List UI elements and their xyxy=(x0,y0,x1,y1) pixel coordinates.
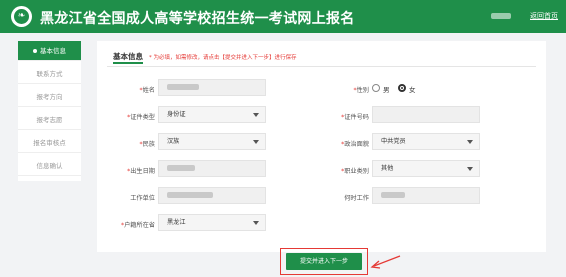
occupation-label: *职业类别 xyxy=(341,168,369,175)
name-field[interactable] xyxy=(158,79,266,96)
hukou-province-label: *户籍所在省 xyxy=(120,222,155,229)
chevron-down-icon xyxy=(253,113,259,117)
ethnicity-label: *民族 xyxy=(139,141,155,148)
logo: ❧ xyxy=(11,6,32,27)
required-note: * 为必填，如需修改，请点击【提交并进入下一步】进行保存 xyxy=(149,55,297,61)
name-label: *姓名 xyxy=(139,87,155,94)
blurred-value xyxy=(381,192,405,198)
blurred-value xyxy=(167,192,213,198)
political-status-select[interactable]: 中共党员 xyxy=(372,133,480,150)
gender-male-radio[interactable] xyxy=(372,84,380,92)
birth-date-field[interactable] xyxy=(158,160,266,177)
chevron-down-icon xyxy=(467,167,473,171)
id-type-select[interactable]: 身份证 xyxy=(158,106,266,123)
annotation-arrow-icon xyxy=(370,255,401,269)
work-start-field[interactable] xyxy=(372,187,480,204)
id-number-field[interactable] xyxy=(372,106,480,123)
gender-female-label: 女 xyxy=(409,86,416,94)
home-link[interactable]: 返回首页 xyxy=(530,11,558,21)
basic-info-panel: 基本信息 * 为必填，如需修改，请点击【提交并进入下一步】进行保存 *姓名 *性… xyxy=(97,41,546,252)
chevron-down-icon xyxy=(467,140,473,144)
title-underline xyxy=(113,62,143,64)
ethnicity-select[interactable]: 汉族 xyxy=(158,133,266,150)
gender-label: *性别 xyxy=(353,87,369,94)
hukou-province-select[interactable]: 黑龙江 xyxy=(158,214,266,231)
page-title: 黑龙江省全国成人高等学校招生统一考试网上报名 xyxy=(40,11,355,27)
id-type-label: *证件类型 xyxy=(127,114,155,121)
sidebar-item-direction[interactable]: 报考方向 xyxy=(18,87,81,107)
header: ❧ 黑龙江省全国成人高等学校招生统一考试网上报名 返回首页 xyxy=(0,0,566,33)
panel-title: 基本信息 xyxy=(113,52,143,61)
chevron-down-icon xyxy=(253,140,259,144)
gender-male-label: 男 xyxy=(383,86,390,94)
birth-date-label: *出生日期 xyxy=(127,168,155,175)
political-status-label: *政治面貌 xyxy=(341,141,369,148)
user-name-blurred xyxy=(491,13,511,19)
sidebar-item-audit-point[interactable]: 报名审核点 xyxy=(18,133,81,153)
gender-female-radio[interactable] xyxy=(398,84,406,92)
blurred-value xyxy=(167,84,199,90)
chevron-down-icon xyxy=(253,221,259,225)
sidebar-item-confirm[interactable]: 信息确认 xyxy=(18,156,81,176)
sidebar-item-preference[interactable]: 报考志愿 xyxy=(18,110,81,130)
occupation-select[interactable]: 其他 xyxy=(372,160,480,177)
book-icon: ❧ xyxy=(17,11,26,21)
id-number-label: *证件号码 xyxy=(341,114,369,121)
blurred-value xyxy=(167,165,195,171)
divider xyxy=(107,66,536,67)
sidebar-item-contact[interactable]: 联系方式 xyxy=(18,64,81,84)
sidebar: 基本信息 联系方式 报考方向 报考志愿 报名审核点 信息确认 xyxy=(18,41,81,181)
work-start-label: 何时工作 xyxy=(344,195,369,202)
work-unit-label: 工作单位 xyxy=(130,195,155,202)
work-unit-field[interactable] xyxy=(158,187,266,204)
submit-next-button[interactable]: 提交并进入下一步 xyxy=(286,253,362,270)
sidebar-item-basic-info[interactable]: 基本信息 xyxy=(18,41,81,61)
active-dot-icon xyxy=(33,49,37,53)
